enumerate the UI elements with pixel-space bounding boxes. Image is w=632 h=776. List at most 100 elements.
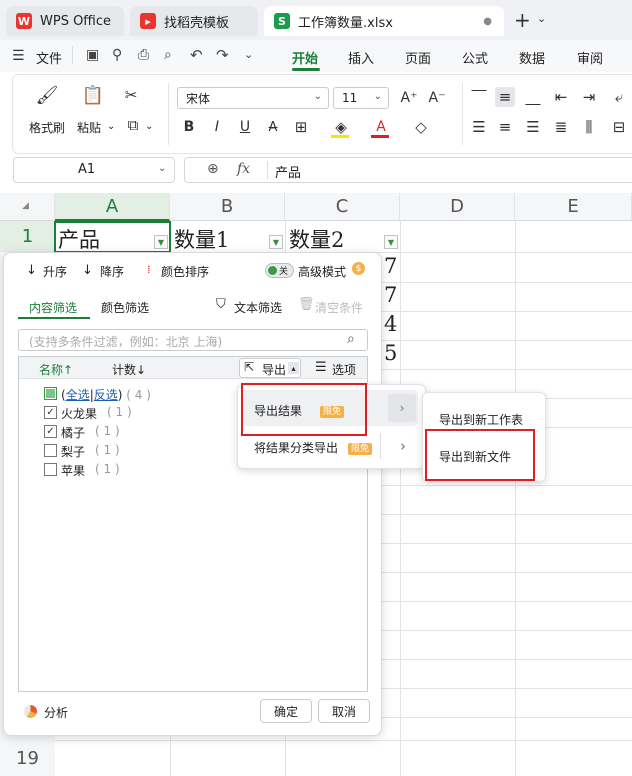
italic-icon[interactable]: I [207, 117, 227, 137]
item-checkbox-3[interactable] [44, 463, 57, 476]
tab-wps-office[interactable]: W WPS Office [6, 6, 124, 36]
row-header-1[interactable]: 1 [0, 221, 55, 252]
cell-b1[interactable]: 数量1 [174, 224, 229, 254]
chevron-down-icon[interactable]: ⌄ [158, 163, 166, 174]
tab-list-chevron-icon[interactable]: ⌄ [537, 12, 546, 25]
tab-template[interactable]: ▸ 找稻壳模板 [130, 6, 258, 36]
print-preview-icon[interactable]: ⌕ [164, 47, 172, 63]
search-icon[interactable]: ⌕ [347, 331, 355, 347]
merge-cells-icon[interactable]: ⊟ [609, 117, 629, 137]
menu-insert[interactable]: 插入 [348, 48, 374, 67]
format-painter-label[interactable]: 格式刷 [29, 119, 65, 136]
menu-file[interactable]: 文件 [36, 48, 62, 67]
item-checkbox-2[interactable] [44, 444, 57, 457]
tab-workbook[interactable]: S 工作簿数量.xlsx ● [264, 6, 504, 36]
column-header-b[interactable]: B [170, 193, 285, 221]
menu-formula[interactable]: 公式 [462, 48, 488, 67]
clear-condition-button[interactable]: 清空条件 [315, 299, 363, 316]
cell-c4[interactable]: 4 [384, 312, 397, 336]
filter-dropdown-a-icon[interactable]: ▼ [154, 235, 168, 249]
align-right-icon[interactable]: ☰ [523, 117, 543, 137]
export-button[interactable]: ⇱ 导出 ▴ [239, 358, 301, 378]
cell-c1[interactable]: 数量2 [289, 224, 344, 254]
sort-by-name[interactable]: 名称↑ [39, 361, 73, 378]
filter-dropdown-b-icon[interactable]: ▼ [269, 235, 283, 249]
undo-icon[interactable]: ↶ [190, 46, 203, 64]
column-header-d[interactable]: D [400, 193, 515, 221]
filter-dropdown-c-icon[interactable]: ▼ [384, 235, 398, 249]
strikethrough-icon[interactable]: A̶ [263, 117, 283, 137]
font-name-select[interactable]: 宋体 ⌄ [177, 87, 329, 109]
hamburger-icon[interactable]: ☰ [12, 48, 25, 64]
chevron-right-icon[interactable]: › [388, 394, 416, 422]
advanced-mode-toggle[interactable]: 关 [265, 263, 294, 278]
cell-c2[interactable]: 7 [384, 254, 397, 278]
item-checkbox-1[interactable]: ✓ [44, 425, 57, 438]
justify-icon[interactable]: ≣ [551, 117, 571, 137]
options-button[interactable]: 选项 [332, 361, 356, 378]
column-header-e[interactable]: E [515, 193, 632, 221]
align-left-icon[interactable]: ☰ [469, 117, 489, 137]
border-icon[interactable]: ⊞ [291, 117, 311, 137]
increase-font-icon[interactable]: A⁺ [399, 88, 419, 108]
save-icon[interactable]: ▣ [86, 47, 99, 63]
underline-icon[interactable]: U [235, 117, 255, 137]
menu-review[interactable]: 审阅 [577, 48, 603, 67]
indent-decrease-icon[interactable]: ⇤ [551, 87, 571, 107]
align-bottom-icon[interactable]: ⎽ [523, 87, 543, 107]
menu-page[interactable]: 页面 [405, 48, 431, 67]
more-chevron-icon[interactable]: ⌄ [244, 48, 253, 61]
cell-c5[interactable]: 5 [384, 341, 397, 365]
sort-by-count[interactable]: 计数↓ [112, 361, 146, 378]
cancel-button[interactable]: 取消 [318, 699, 370, 723]
select-all-checkbox[interactable] [44, 387, 57, 400]
invert-link[interactable]: 反选 [94, 388, 118, 402]
decrease-font-icon[interactable]: A⁻ [427, 88, 447, 108]
name-box[interactable]: A1 ⌄ [13, 157, 175, 183]
analysis-button[interactable]: 分析 [44, 704, 68, 721]
copy-icon[interactable]: ⧉ [123, 115, 143, 135]
zoom-search-icon[interactable]: ⊕ [207, 161, 219, 177]
align-center-icon[interactable]: ≡ [495, 117, 515, 137]
print-icon[interactable]: ⎙ [138, 47, 149, 63]
align-top-icon[interactable]: ⎺ [469, 87, 489, 107]
font-size-select[interactable]: 11 ⌄ [333, 87, 389, 109]
tab-content-filter[interactable]: 内容筛选 [29, 299, 77, 316]
share-icon[interactable]: ⚲ [112, 47, 122, 63]
menu-home[interactable]: 开始 [292, 48, 318, 67]
redo-icon[interactable]: ↷ [216, 46, 229, 64]
fx-icon[interactable]: fx [237, 161, 250, 177]
formula-bar[interactable]: ⊕ fx 产品 [184, 157, 632, 183]
align-middle-icon[interactable]: ≡ [495, 87, 515, 107]
row-header-19[interactable]: 19 [0, 740, 55, 776]
font-color-icon[interactable]: A [371, 117, 391, 137]
paste-chevron-icon[interactable]: ⌄ [107, 121, 115, 132]
bold-icon[interactable]: B [179, 117, 199, 137]
fill-color-icon[interactable]: ◈ [331, 117, 351, 137]
menu-data[interactable]: 数据 [519, 48, 545, 67]
text-filter-button[interactable]: 文本筛选 [234, 299, 282, 316]
indent-increase-icon[interactable]: ⇥ [579, 87, 599, 107]
search-input[interactable]: (支持多条件过滤，例如：北京 上海) ⌕ [18, 329, 368, 351]
select-all-link[interactable]: 全选 [66, 388, 90, 402]
export-to-new-sheet[interactable]: 导出到新工作表 [439, 411, 523, 428]
select-all-corner[interactable]: ◢ [0, 193, 55, 221]
export-by-category[interactable]: 将结果分类导出 [254, 439, 338, 456]
paste-label[interactable]: 粘贴 [77, 119, 101, 136]
wrap-text-icon[interactable]: ⤶ [609, 87, 629, 107]
item-checkbox-0[interactable]: ✓ [44, 406, 57, 419]
column-header-a[interactable]: A [55, 193, 170, 221]
cell-a1[interactable]: 产品 [58, 224, 100, 254]
cut-icon[interactable]: ✂ [121, 85, 141, 105]
distributed-icon[interactable]: ⫼ [579, 117, 599, 137]
color-sort-button[interactable]: 颜色排序 [161, 263, 209, 280]
copy-chevron-icon[interactable]: ⌄ [145, 121, 153, 132]
new-tab-button[interactable]: + [514, 8, 531, 32]
eraser-icon[interactable]: ◇ [411, 117, 431, 137]
sort-asc-button[interactable]: 升序 [43, 263, 67, 280]
chevron-right-icon[interactable]: › [400, 437, 406, 455]
tab-color-filter[interactable]: 颜色筛选 [101, 299, 149, 316]
sort-desc-button[interactable]: 降序 [100, 263, 124, 280]
column-header-c[interactable]: C [285, 193, 400, 221]
cell-c3[interactable]: 7 [384, 283, 397, 307]
